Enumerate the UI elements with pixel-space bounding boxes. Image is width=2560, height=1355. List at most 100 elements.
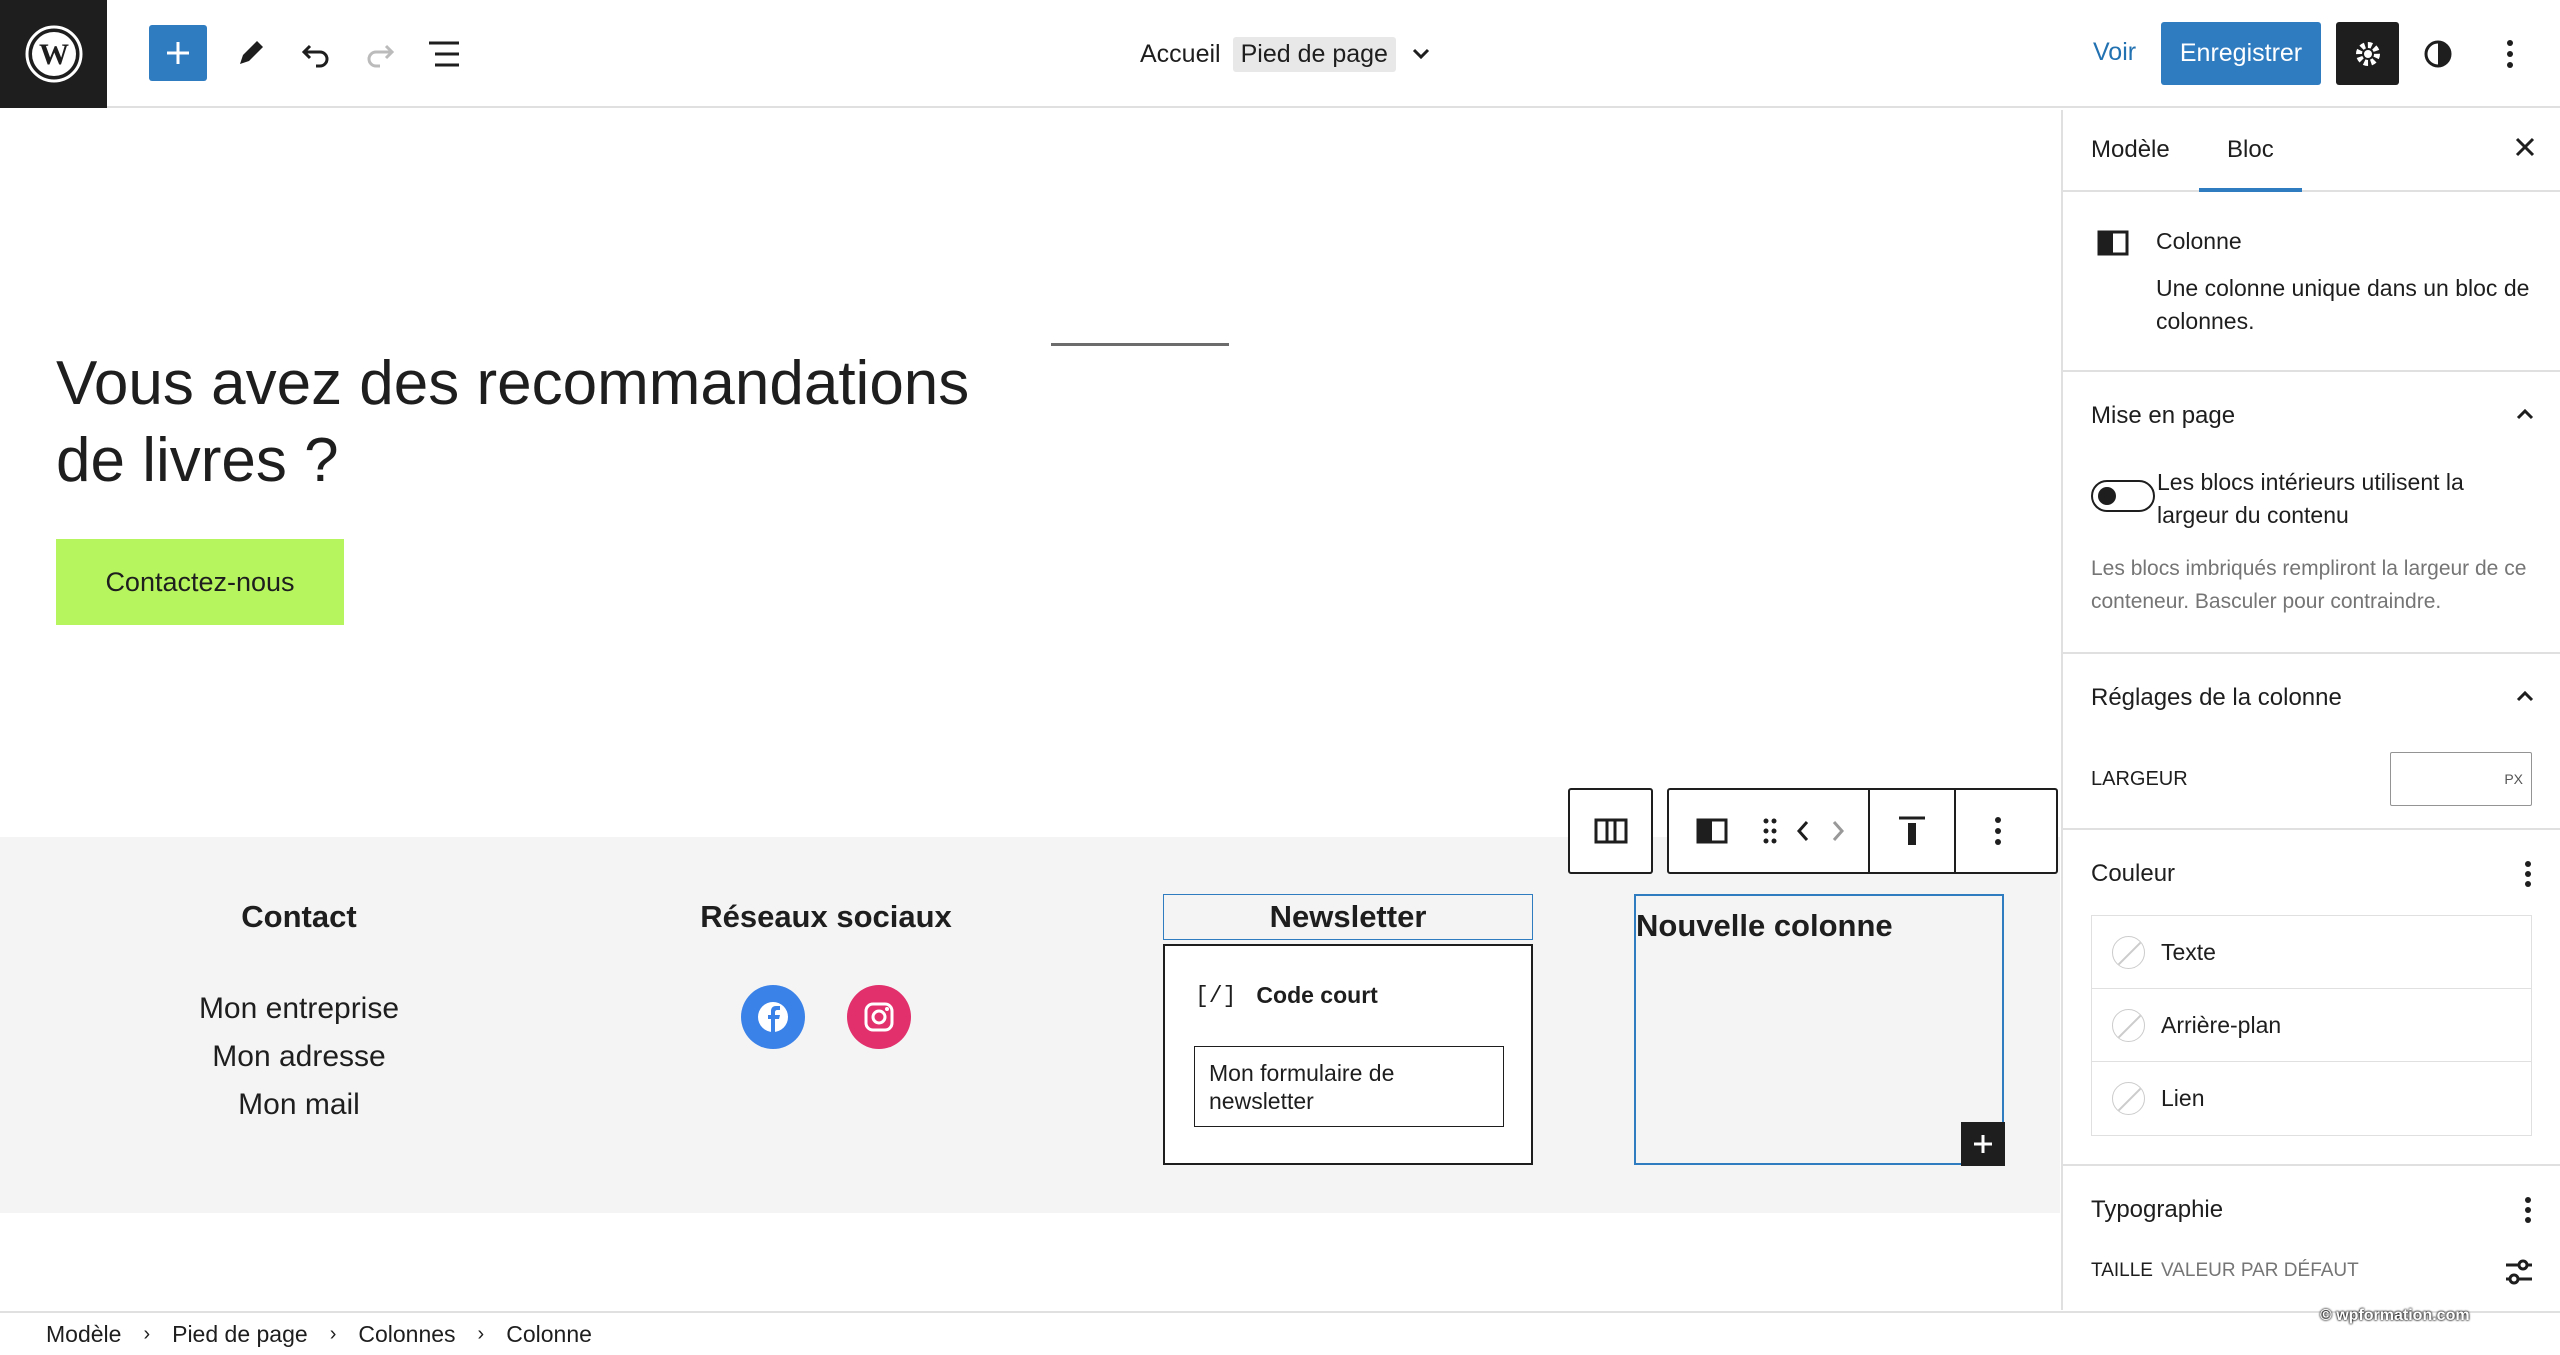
pencil-icon <box>240 41 263 64</box>
cta-heading[interactable]: Vous avez des recommandations de livres … <box>56 345 1036 499</box>
close-sidebar-button[interactable] <box>2512 134 2538 165</box>
social-title[interactable]: Réseaux sociaux <box>676 899 976 935</box>
contact-line-address[interactable]: Mon adresse <box>149 1033 449 1081</box>
block-toolbar <box>1667 788 2058 874</box>
color-background-label: Arrière-plan <box>2161 1011 2282 1038</box>
gear-icon <box>2355 41 2380 66</box>
options-button[interactable] <box>2488 32 2532 76</box>
column-settings-title[interactable]: Réglages de la colonne <box>2091 684 2342 712</box>
tab-bloc[interactable]: Bloc <box>2227 136 2274 164</box>
color-text-option[interactable]: Texte <box>2092 916 2531 989</box>
contact-line-mail[interactable]: Mon mail <box>149 1081 449 1129</box>
vertical-ellipsis-icon <box>2507 40 2513 68</box>
size-value: VALEUR PAR DÉFAUT <box>2160 1260 2359 1281</box>
styles-button[interactable] <box>2416 32 2460 76</box>
block-type-button[interactable] <box>1669 790 1755 872</box>
layout-panel-title[interactable]: Mise en page <box>2091 402 2235 430</box>
breadcrumb-item-modele[interactable]: Modèle <box>46 1321 121 1348</box>
tab-modele[interactable]: Modèle <box>2091 136 2170 164</box>
chevron-right-icon: › <box>477 1322 485 1345</box>
width-label: LARGEUR <box>2091 768 2188 790</box>
vertical-ellipsis-icon[interactable] <box>2524 1196 2532 1224</box>
watermark: © wpformation.com <box>2320 1307 2470 1324</box>
color-text-label: Texte <box>2161 938 2216 965</box>
block-appender-button[interactable] <box>1961 1122 2005 1166</box>
selected-new-column[interactable]: Nouvelle colonne <box>1634 894 2005 1166</box>
color-link-label: Lien <box>2161 1085 2205 1111</box>
shortcode-icon: [/] <box>1195 982 1237 1009</box>
block-options-button[interactable] <box>1956 790 2040 872</box>
chevron-right-icon <box>1832 821 1845 841</box>
separator-line <box>1051 343 1229 346</box>
contact-line-company[interactable]: Mon entreprise <box>149 985 449 1033</box>
view-button[interactable]: Voir <box>2093 38 2136 67</box>
svg-text:W: W <box>39 38 69 71</box>
add-block-button[interactable] <box>149 25 207 81</box>
inner-blocks-width-toggle[interactable] <box>2091 480 2155 512</box>
column-icon <box>2097 230 2129 256</box>
instagram-link[interactable] <box>847 985 911 1049</box>
editor-top-bar: W Accueil Pied de page Voir Enregistrer <box>0 0 2560 108</box>
toggle-label: Les blocs intérieurs utilisent la largeu… <box>2157 469 2464 528</box>
move-right-button[interactable] <box>1820 790 1870 872</box>
color-link-option[interactable]: Lien <box>2092 1062 2531 1135</box>
newsletter-title[interactable]: Newsletter <box>1163 894 1533 940</box>
tools-button[interactable] <box>228 32 272 76</box>
shortcode-input[interactable]: Mon formulaire de newsletter <box>1194 1046 1504 1127</box>
vertical-ellipsis-icon[interactable] <box>2524 860 2532 888</box>
breadcrumb-item-colonnes[interactable]: Colonnes <box>358 1321 455 1348</box>
chevron-up-icon[interactable] <box>2514 688 2536 704</box>
block-description: Une colonne unique dans un bloc de colon… <box>2156 275 2530 334</box>
color-panel-title[interactable]: Couleur <box>2091 860 2175 888</box>
new-column-title[interactable]: Nouvelle colonne <box>1636 908 1893 944</box>
shortcode-label: Code court <box>1256 982 1378 1008</box>
facebook-icon <box>758 1002 788 1032</box>
vertical-align-button[interactable] <box>1870 790 1956 872</box>
doc-title-part: Pied de page <box>1232 36 1396 72</box>
color-background-option[interactable]: Arrière-plan <box>2092 989 2531 1062</box>
undo-button[interactable] <box>294 32 338 76</box>
save-button[interactable]: Enregistrer <box>2161 22 2321 85</box>
redo-icon <box>367 44 395 68</box>
contact-title[interactable]: Contact <box>149 899 449 935</box>
layout-panel: Mise en page Les blocs intérieurs utilis… <box>2063 372 2560 654</box>
chevron-up-icon[interactable] <box>2514 406 2536 422</box>
chevron-left-icon <box>1796 821 1808 841</box>
drag-handle[interactable] <box>1755 790 1785 872</box>
breadcrumb-item-colonne: Colonne <box>506 1320 592 1347</box>
breadcrumb-item-pied-de-page[interactable]: Pied de page <box>172 1321 308 1348</box>
select-parent-button[interactable] <box>1570 790 1651 872</box>
settings-sliders-icon[interactable] <box>2504 1258 2534 1286</box>
column-icon <box>1696 818 1728 844</box>
shortcode-header: [/] Code court <box>1195 982 1378 1009</box>
plus-icon <box>1974 1135 1992 1153</box>
width-input[interactable]: PX <box>2390 752 2532 806</box>
move-left-button[interactable] <box>1785 790 1820 872</box>
facebook-link[interactable] <box>741 985 805 1049</box>
empty-swatch-icon <box>2112 935 2145 969</box>
doc-title-home: Accueil <box>1140 39 1221 68</box>
close-icon <box>2515 137 2535 157</box>
half-circle-contrast-icon <box>2424 40 2452 68</box>
columns-icon <box>1594 818 1627 844</box>
document-title[interactable]: Accueil Pied de page <box>1140 34 1434 74</box>
settings-sidebar: Modèle Bloc Colonne Une colonne unique d… <box>2061 110 2560 1310</box>
wordpress-logo-icon: W <box>25 25 82 83</box>
color-options-list: Texte Arrière-plan Lien <box>2091 915 2532 1136</box>
settings-button[interactable] <box>2336 22 2399 85</box>
drag-handle-icon <box>1763 818 1777 844</box>
typography-title[interactable]: Typographie <box>2091 1196 2223 1224</box>
wordpress-logo-button[interactable]: W <box>0 0 107 108</box>
vertical-ellipsis-icon <box>1995 817 2001 845</box>
color-panel: Couleur Texte Arrière-plan Lien <box>2063 830 2560 1166</box>
redo-button[interactable] <box>358 32 402 76</box>
list-view-icon <box>429 41 459 67</box>
block-card: Colonne Une colonne unique dans un bloc … <box>2063 192 2560 372</box>
size-row: TAILLE VALEUR PAR DÉFAUT <box>2091 1260 2359 1282</box>
sidebar-tabs: Modèle Bloc <box>2063 110 2560 192</box>
contact-button[interactable]: Contactez-nous <box>56 539 344 625</box>
empty-swatch-icon <box>2112 1082 2145 1115</box>
shortcode-block[interactable]: [/] Code court Mon formulaire de newslet… <box>1163 944 1533 1165</box>
undo-icon <box>301 44 329 68</box>
list-view-button[interactable] <box>422 32 466 76</box>
